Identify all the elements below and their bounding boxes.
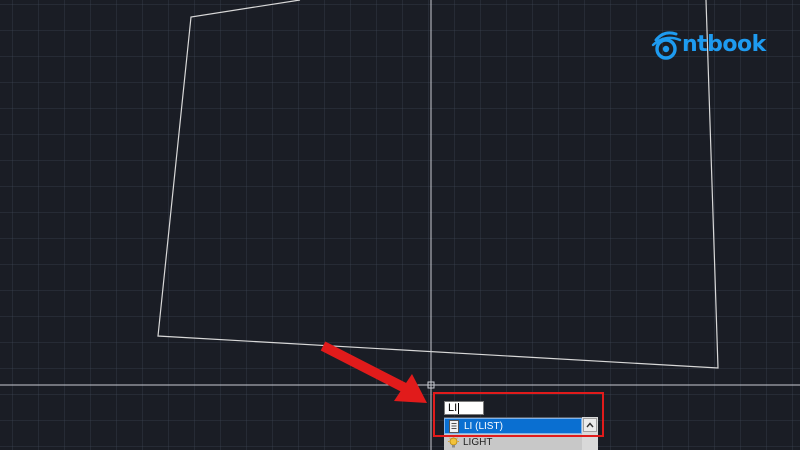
- drawn-polyline[interactable]: [157, 0, 719, 369]
- autocomplete-item-label: LIGHT: [463, 436, 493, 448]
- drawing-area[interactable]: [0, 0, 800, 450]
- light-bulb-icon: [446, 435, 460, 449]
- annotation-highlight-box: [433, 392, 604, 437]
- drawing-canvas[interactable]: ntbook LI LI (LIST) LIGHT: [0, 0, 800, 450]
- ntbook-logo: ntbook: [650, 28, 766, 62]
- logo-text: ntbook: [682, 32, 766, 57]
- eye-logo-icon: [651, 31, 682, 60]
